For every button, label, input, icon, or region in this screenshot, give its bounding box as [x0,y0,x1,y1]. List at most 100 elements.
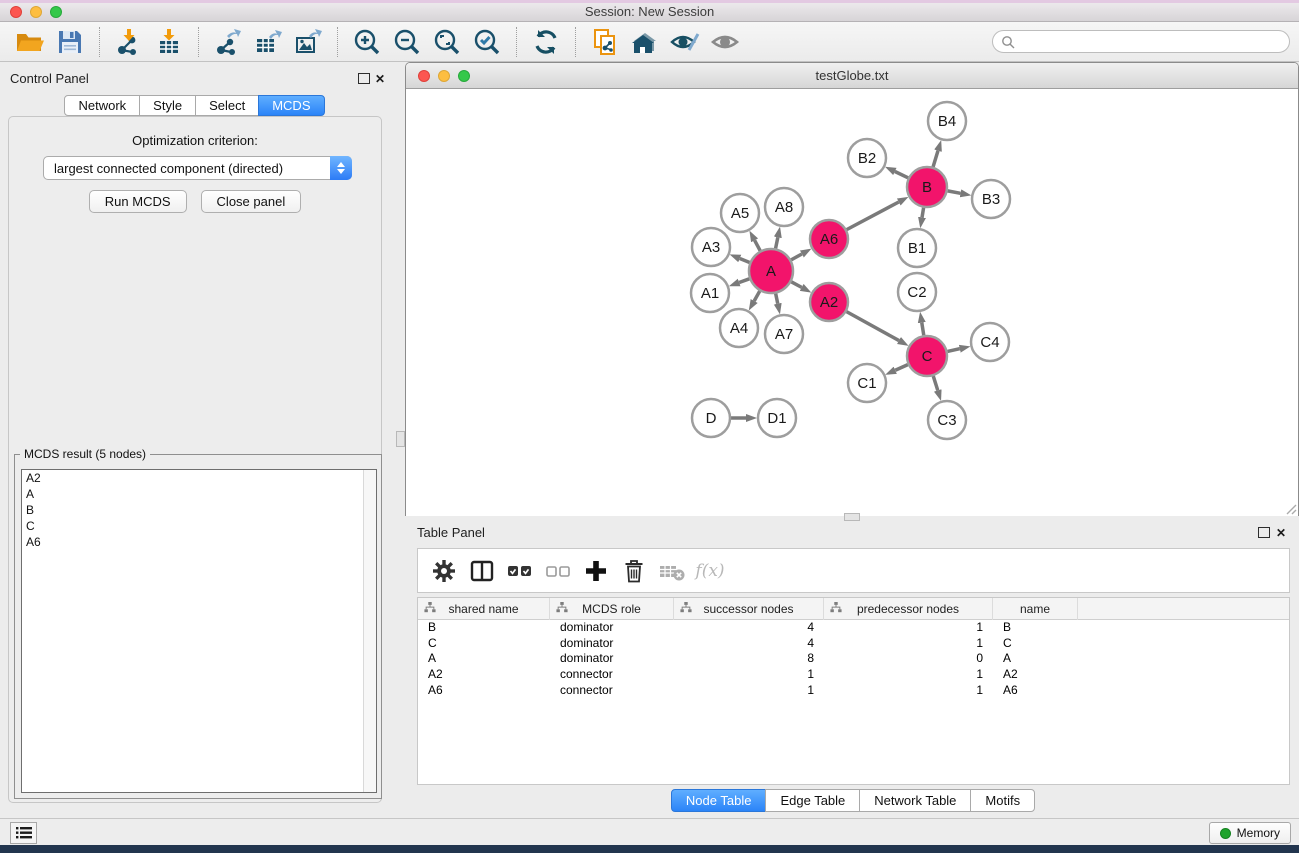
graph-edge-A-A6[interactable] [791,254,802,260]
delete-table-button[interactable] [653,553,691,589]
graph-edge-B-B2[interactable] [895,171,908,177]
network-canvas[interactable]: B4B2BB3A8A5A6A3B1AA1C2A2A4A7C4CC1DD1C3 [406,89,1298,516]
graph-edge-A-A2[interactable] [791,282,801,288]
export-table-button[interactable] [248,25,288,59]
graph-node-B3[interactable]: B3 [972,180,1010,218]
panel-divider-horizontal-grip[interactable] [844,513,860,521]
mcds-result-item[interactable]: A [22,486,376,502]
control-panel-tab-mcds[interactable]: MCDS [258,95,324,116]
table-row[interactable]: A2connector11A2 [418,667,1289,683]
show-selected-button[interactable] [705,25,745,59]
mcds-result-list[interactable]: A2ABCA6 [21,469,377,793]
graph-edge-C-C3[interactable] [933,376,937,390]
graph-node-C3[interactable]: C3 [928,401,966,439]
graph-node-A4[interactable]: A4 [720,309,758,347]
graph-edge-B-B4[interactable] [933,151,938,167]
graph-edge-A-A7[interactable] [776,294,778,304]
control-panel-close-button[interactable]: ✕ [373,72,387,85]
table-row[interactable]: Bdominator41B [418,620,1289,636]
network-maximize-button[interactable] [458,70,470,82]
graph-node-A6[interactable]: A6 [810,220,848,258]
show-columns-button[interactable] [463,553,501,589]
graph-node-D1[interactable]: D1 [758,399,796,437]
network-close-button[interactable] [418,70,430,82]
graph-node-A7[interactable]: A7 [765,315,803,353]
graph-edge-A-A3[interactable] [740,259,750,263]
graph-node-A1[interactable]: A1 [691,274,729,312]
graph-node-B[interactable]: B [907,167,947,207]
create-column-button[interactable] [577,553,615,589]
graph-edge-C-C2[interactable] [922,323,924,336]
table-tab-network-table[interactable]: Network Table [859,789,971,812]
graph-edge-B-B1[interactable] [922,208,924,218]
graph-edge-A-A5[interactable] [755,240,761,250]
save-session-button[interactable] [50,25,90,59]
mcds-result-item[interactable]: A2 [22,470,376,486]
mcds-result-item[interactable]: B [22,502,376,518]
mcds-result-item[interactable]: A6 [22,534,376,550]
table-tab-node-table[interactable]: Node Table [671,789,767,812]
run-mcds-button[interactable]: Run MCDS [89,190,187,213]
graph-edge-B-B3[interactable] [948,191,961,193]
clone-network-button[interactable] [585,25,625,59]
graph-node-B2[interactable]: B2 [848,139,886,177]
refresh-button[interactable] [526,25,566,59]
export-image-button[interactable] [288,25,328,59]
maximize-window-button[interactable] [50,6,62,18]
panel-divider-vertical-grip[interactable] [396,431,405,447]
zoom-selected-button[interactable] [467,25,507,59]
graph-edge-A6-B[interactable] [847,202,899,230]
close-panel-button[interactable]: Close panel [201,190,302,213]
result-list-scrollbar[interactable] [363,470,376,792]
resize-handle-icon[interactable] [1285,503,1297,515]
graph-node-C4[interactable]: C4 [971,323,1009,361]
zoom-out-button[interactable] [387,25,427,59]
table-row[interactable]: Adominator80A [418,651,1289,667]
network-window-titlebar[interactable]: testGlobe.txt [406,63,1298,89]
open-file-button[interactable] [10,25,50,59]
deselect-all-button[interactable] [539,553,577,589]
graph-node-C2[interactable]: C2 [898,273,936,311]
graph-node-A3[interactable]: A3 [692,228,730,266]
column-header-MCDS-role[interactable]: MCDS role [550,598,674,620]
graph-node-A8[interactable]: A8 [765,188,803,226]
graph-node-C[interactable]: C [907,336,947,376]
control-panel-tab-style[interactable]: Style [139,95,196,116]
delete-column-button[interactable] [615,553,653,589]
table-panel-close-button[interactable]: ✕ [1274,526,1288,539]
search-input[interactable] [1015,32,1289,51]
zoom-in-button[interactable] [347,25,387,59]
select-all-button[interactable] [501,553,539,589]
graph-node-B4[interactable]: B4 [928,102,966,140]
network-minimize-button[interactable] [438,70,450,82]
houses-button[interactable] [625,25,665,59]
graph-edge-A-A1[interactable] [739,279,749,283]
table-row[interactable]: Cdominator41C [418,636,1289,652]
graph-node-A5[interactable]: A5 [721,194,759,232]
column-header-shared-name[interactable]: shared name [418,598,550,620]
graph-edge-A2-C[interactable] [847,312,899,341]
graph-edge-A-A4[interactable] [754,291,760,301]
column-header-successor-nodes[interactable]: successor nodes [674,598,824,620]
column-header-name[interactable]: name [993,598,1078,620]
column-header-predecessor-nodes[interactable]: predecessor nodes [824,598,993,620]
close-window-button[interactable] [10,6,22,18]
export-network-button[interactable] [208,25,248,59]
minimize-window-button[interactable] [30,6,42,18]
graph-node-D[interactable]: D [692,399,730,437]
graph-node-C1[interactable]: C1 [848,364,886,402]
table-tab-edge-table[interactable]: Edge Table [765,789,860,812]
graph-edge-A-A8[interactable] [776,237,778,248]
table-settings-button[interactable] [425,553,463,589]
hide-selected-button[interactable] [665,25,705,59]
graph-edge-C-C1[interactable] [895,365,908,371]
task-history-button[interactable] [10,822,37,844]
control-panel-float-button[interactable] [358,73,370,84]
table-tab-motifs[interactable]: Motifs [970,789,1035,812]
graph-node-A2[interactable]: A2 [810,283,848,321]
graph-edge-C-C4[interactable] [947,349,959,352]
memory-button[interactable]: Memory [1209,822,1291,844]
optimization-criterion-select[interactable]: largest connected component (directed) [43,156,352,180]
import-table-button[interactable] [149,25,189,59]
zoom-fit-button[interactable] [427,25,467,59]
